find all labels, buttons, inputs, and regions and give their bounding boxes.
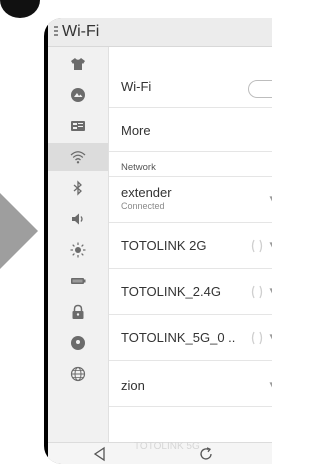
network-row-totolink-24g[interactable]: TOTOLINK_2.4G ▾ — [109, 268, 272, 315]
network-name: TOTOLINK_5G_0 .. — [121, 330, 236, 345]
bluetooth-icon — [73, 180, 82, 196]
sidebar-item-brightness[interactable] — [48, 236, 108, 264]
globe-icon — [70, 366, 86, 382]
screen: Wi-Fi Wi-Fi More Network extender Connec… — [48, 18, 272, 464]
wifi-signal-icon: ▾ — [269, 378, 272, 391]
network-status: Connected — [121, 201, 165, 211]
wifi-toggle-row[interactable]: Wi-Fi — [109, 69, 272, 108]
wifi-icon — [70, 151, 86, 164]
theme-icon — [71, 88, 85, 102]
secured-icon — [251, 285, 263, 299]
network-section-header: Network — [109, 151, 272, 177]
wifi-label: Wi-Fi — [121, 79, 152, 94]
secured-icon — [251, 331, 263, 345]
network-row-extender[interactable]: extender Connected ▾ — [109, 176, 272, 223]
sidebar-item-language[interactable] — [48, 360, 108, 388]
lock-icon — [72, 304, 84, 319]
sidebar-item-location[interactable] — [48, 329, 108, 357]
wifi-signal-icon: ▾ — [269, 330, 272, 343]
wifi-signal-icon: ▾ — [269, 284, 272, 297]
sidebar-item-display[interactable] — [48, 112, 108, 140]
more-label: More — [121, 123, 151, 138]
navigation-bar: TOTOLINK 5G — [48, 441, 272, 464]
network-name: TOTOLINK_2.4G — [121, 284, 221, 299]
page-title: Wi-Fi — [62, 23, 100, 40]
wifi-signal-icon: ▾ — [269, 238, 272, 251]
network-row-totolink-5g[interactable]: TOTOLINK_5G_0 .. ▾ — [109, 314, 272, 361]
tshirt-icon — [71, 58, 85, 70]
network-name: TOTOLINK 2G — [121, 238, 207, 253]
faded-network-name: TOTOLINK 5G — [134, 441, 200, 452]
title-bar: Wi-Fi — [48, 18, 272, 47]
brightness-icon — [70, 242, 86, 258]
sidebar-item-battery[interactable] — [48, 267, 108, 295]
sidebar-item-bluetooth[interactable] — [48, 174, 108, 202]
network-name: zion — [121, 378, 145, 393]
device-frame: Wi-Fi Wi-Fi More Network extender Connec… — [44, 18, 272, 464]
secured-icon — [251, 239, 263, 253]
home-icon[interactable] — [198, 446, 214, 462]
battery-icon — [71, 278, 86, 284]
settings-sidebar — [48, 47, 109, 442]
sidebar-item-wallpaper[interactable] — [48, 81, 108, 109]
sidebar-item-security[interactable] — [48, 298, 108, 326]
sidebar-item-wifi[interactable] — [48, 143, 108, 171]
volume-icon — [72, 213, 83, 225]
display-icon — [71, 121, 85, 131]
network-name: extender — [121, 185, 172, 200]
pointer-arrow — [0, 193, 38, 269]
step-marker — [0, 0, 40, 18]
location-icon — [71, 336, 85, 350]
drawer-icon[interactable] — [54, 26, 58, 38]
back-icon[interactable] — [92, 446, 108, 462]
section-network-label: Network — [121, 162, 156, 173]
wifi-toggle[interactable] — [248, 80, 272, 98]
network-row-totolink-2g[interactable]: TOTOLINK 2G ▾ — [109, 222, 272, 269]
network-row-zion[interactable]: zion ▾ — [109, 360, 272, 407]
wifi-settings-panel: Wi-Fi More Network extender Connected ▾ … — [109, 47, 272, 442]
sidebar-item-sound[interactable] — [48, 205, 108, 233]
wifi-signal-icon: ▾ — [269, 192, 272, 205]
more-row[interactable]: More — [109, 107, 272, 152]
sidebar-item-themes[interactable] — [48, 50, 108, 78]
